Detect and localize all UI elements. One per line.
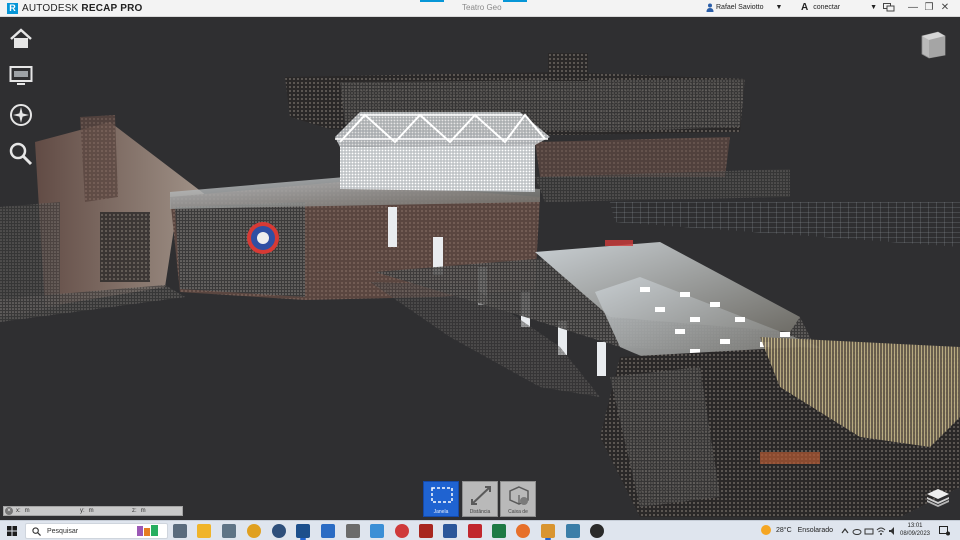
sun-icon [761, 525, 771, 535]
point-cloud-viewport[interactable]: × x: m y: m z: m Janela Distância Caixa … [0, 17, 960, 520]
navigate-wheel-icon[interactable] [9, 103, 33, 127]
app-brand: R AUTODESK RECAP PRO [7, 2, 143, 14]
document-title: Teatro Geo [462, 3, 502, 12]
zoom-search-icon[interactable] [9, 142, 33, 166]
weather-widget[interactable]: 28°C Ensolarado [761, 525, 839, 535]
presentation-icon[interactable] [9, 64, 33, 88]
firefox-icon[interactable] [516, 524, 530, 538]
taskbar-search[interactable]: Pesquisar [25, 523, 168, 539]
windows-start-icon[interactable] [7, 526, 17, 536]
autodesk-a-icon: A [801, 2, 809, 13]
window-select-icon [431, 487, 453, 503]
coord-y: y: m [80, 508, 94, 514]
clock-date: 08/09/2023 [899, 530, 931, 537]
word-icon[interactable] [443, 524, 457, 538]
recap-taskbar-icon[interactable] [296, 524, 310, 540]
autodesk-logo-icon: R [7, 2, 18, 14]
measure-distance-button[interactable]: Distância [462, 481, 498, 517]
app-icon[interactable] [370, 524, 384, 538]
weather-temp: 28°C [776, 526, 792, 534]
chat-icon[interactable] [883, 3, 895, 13]
user-name: Rafael Saviotto [716, 4, 764, 11]
close-icon[interactable]: × [5, 507, 13, 515]
taskbar: Pesquisar 28°C Ensolarado 13:01 08/09/20… [0, 520, 960, 540]
limit-box-icon [509, 486, 529, 505]
brand-product: RECAP PRO [81, 2, 143, 14]
user-icon [706, 3, 714, 12]
media-player-icon[interactable] [590, 524, 604, 538]
connect-label: conectar [813, 4, 841, 11]
coordinates-bar: × x: m y: m z: m [3, 506, 183, 516]
close-button[interactable]: ✕ [938, 1, 952, 15]
home-icon[interactable] [9, 27, 33, 51]
file-explorer-icon[interactable] [197, 524, 211, 538]
tab-indicator [420, 0, 444, 2]
recap-pro-window: R AUTODESK RECAP PRO Teatro Geo Rafael S… [0, 0, 960, 540]
chevron-down-icon: ▼ [870, 4, 878, 11]
limit-box-button[interactable]: Caixa de [500, 481, 536, 517]
point-cloud-scene [0, 53, 960, 517]
measure-distance-icon [471, 486, 491, 505]
clock-time: 13:01 [907, 523, 923, 529]
keyboard-icon[interactable] [864, 526, 874, 536]
app-icon[interactable] [346, 524, 360, 538]
tab-indicator [503, 0, 527, 2]
weather-text: Ensolarado [797, 526, 834, 534]
search-icon [32, 526, 41, 536]
brand-prefix: AUTODESK [22, 2, 79, 14]
app-icon[interactable] [541, 524, 555, 540]
palette-label: Distância [469, 509, 491, 515]
view-cube-icon[interactable] [918, 30, 947, 59]
chevron-up-icon[interactable] [840, 526, 850, 536]
connect-menu[interactable]: A conectar ▼ [801, 2, 878, 13]
app-icon[interactable] [395, 524, 409, 538]
acrobat-icon[interactable] [419, 524, 433, 538]
minimize-button[interactable]: — [906, 1, 920, 15]
calculator-icon[interactable] [222, 524, 236, 538]
title-bar: R AUTODESK RECAP PRO Teatro Geo Rafael S… [0, 0, 960, 17]
coord-z: z: m [132, 508, 146, 514]
system-tray [840, 526, 900, 536]
excel-icon[interactable] [492, 524, 506, 538]
chevron-down-icon: ▼ [775, 4, 783, 11]
palette-label: Janela [433, 509, 449, 515]
photos-icon[interactable] [566, 524, 580, 538]
cloud-icon[interactable] [852, 526, 862, 536]
autocad-icon[interactable] [468, 524, 482, 538]
user-menu[interactable]: Rafael Saviotto ▼ [706, 3, 782, 12]
notification-icon[interactable] [939, 526, 950, 536]
app-circle-icon[interactable] [272, 524, 286, 538]
search-placeholder: Pesquisar [47, 527, 79, 535]
layers-icon[interactable] [926, 487, 950, 507]
chrome-icon[interactable] [247, 524, 261, 538]
revit-icon[interactable] [321, 524, 335, 538]
task-view-icon[interactable] [173, 524, 187, 538]
window-select-button[interactable]: Janela [423, 481, 459, 517]
wifi-icon[interactable] [876, 526, 886, 536]
search-highlight-icon [137, 525, 158, 536]
clock[interactable]: 13:01 08/09/2023 [896, 523, 934, 538]
restore-button[interactable]: ❐ [922, 1, 936, 15]
palette-label: Caixa de [508, 509, 528, 515]
coord-x: x: m [16, 508, 30, 514]
